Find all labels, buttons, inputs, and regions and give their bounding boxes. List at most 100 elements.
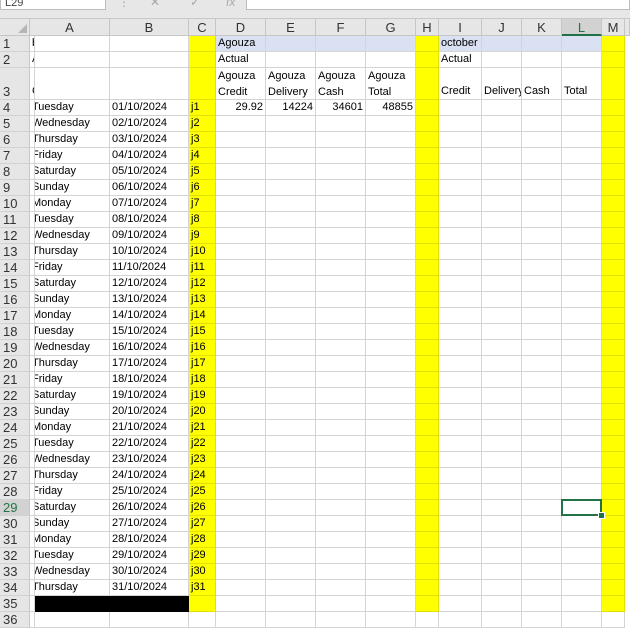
cell-d13[interactable] bbox=[216, 244, 266, 260]
cell-l4[interactable] bbox=[562, 100, 602, 116]
cell-l36[interactable] bbox=[562, 612, 602, 628]
cell-g21[interactable] bbox=[366, 372, 416, 388]
code-cell[interactable]: j15 bbox=[189, 324, 216, 340]
date-cell[interactable]: 22/10/2024 bbox=[110, 436, 189, 452]
cell-i23[interactable] bbox=[439, 404, 482, 420]
cell-m14[interactable] bbox=[602, 260, 625, 276]
header-agouza-delivery[interactable]: Agouza Delivery bbox=[266, 68, 316, 100]
cell-e6[interactable] bbox=[266, 132, 316, 148]
cell-e15[interactable] bbox=[266, 276, 316, 292]
cell-n32[interactable] bbox=[30, 548, 35, 564]
date-cell[interactable]: 17/10/2024 bbox=[110, 356, 189, 372]
cell-k21[interactable] bbox=[522, 372, 562, 388]
day-cell[interactable]: Monday bbox=[30, 420, 110, 436]
cell-g32[interactable] bbox=[366, 548, 416, 564]
code-cell[interactable]: j27 bbox=[189, 516, 216, 532]
cell-d26[interactable] bbox=[216, 452, 266, 468]
cell-m25[interactable] bbox=[602, 436, 625, 452]
code-cell[interactable]: j22 bbox=[189, 436, 216, 452]
cell-l32[interactable] bbox=[562, 548, 602, 564]
row-header-21[interactable]: 21 bbox=[0, 372, 30, 388]
cell-e29[interactable] bbox=[266, 500, 316, 516]
cell-k31[interactable] bbox=[522, 532, 562, 548]
cell-n28[interactable] bbox=[30, 484, 35, 500]
cell-m12[interactable] bbox=[602, 228, 625, 244]
column-header-b[interactable]: B bbox=[110, 19, 189, 36]
header-agouza[interactable]: Agouza bbox=[216, 36, 266, 52]
cell-d21[interactable] bbox=[216, 372, 266, 388]
cell-e11[interactable] bbox=[266, 212, 316, 228]
cell-i35[interactable] bbox=[439, 596, 482, 612]
cell-l28[interactable] bbox=[562, 484, 602, 500]
cell-k26[interactable] bbox=[522, 452, 562, 468]
header-agouza-cash[interactable]: Agouza Cash bbox=[316, 68, 366, 100]
day-cell[interactable]: Sunday bbox=[30, 292, 110, 308]
cell-k7[interactable] bbox=[522, 148, 562, 164]
day-cell[interactable]: Saturday bbox=[30, 500, 110, 516]
cancel-icon[interactable]: ✕ bbox=[150, 0, 160, 10]
date-cell[interactable]: 26/10/2024 bbox=[110, 500, 189, 516]
cell-n21[interactable] bbox=[30, 372, 35, 388]
cell-d27[interactable] bbox=[216, 468, 266, 484]
cell-h1[interactable] bbox=[416, 36, 439, 52]
cell-j2[interactable] bbox=[482, 52, 522, 68]
insert-function-icon[interactable]: fx bbox=[226, 0, 235, 10]
cell-m31[interactable] bbox=[602, 532, 625, 548]
cell-n20[interactable] bbox=[30, 356, 35, 372]
cell-l11[interactable] bbox=[562, 212, 602, 228]
cell-i34[interactable] bbox=[439, 580, 482, 596]
date-cell[interactable]: 02/10/2024 bbox=[110, 116, 189, 132]
cell-n6[interactable] bbox=[30, 132, 35, 148]
agouza-cash-value[interactable]: 34601 bbox=[316, 100, 366, 116]
code-cell[interactable]: j16 bbox=[189, 340, 216, 356]
cell-j33[interactable] bbox=[482, 564, 522, 580]
cell-h25[interactable] bbox=[416, 436, 439, 452]
cell-n36[interactable] bbox=[30, 612, 35, 628]
cell-d34[interactable] bbox=[216, 580, 266, 596]
cell-g33[interactable] bbox=[366, 564, 416, 580]
cell-h11[interactable] bbox=[416, 212, 439, 228]
cell-f26[interactable] bbox=[316, 452, 366, 468]
code-cell[interactable]: j19 bbox=[189, 388, 216, 404]
cell-b3[interactable] bbox=[110, 68, 189, 100]
day-cell[interactable]: Wednesday bbox=[30, 228, 110, 244]
cell-m8[interactable] bbox=[602, 164, 625, 180]
cell-f35[interactable] bbox=[316, 596, 366, 612]
date-cell[interactable]: 20/10/2024 bbox=[110, 404, 189, 420]
fill-handle[interactable] bbox=[598, 512, 605, 519]
cell-d19[interactable] bbox=[216, 340, 266, 356]
cell-c36[interactable] bbox=[189, 612, 216, 628]
cell-f36[interactable] bbox=[316, 612, 366, 628]
cell-j34[interactable] bbox=[482, 580, 522, 596]
cell-m27[interactable] bbox=[602, 468, 625, 484]
cell-e33[interactable] bbox=[266, 564, 316, 580]
cell-i15[interactable] bbox=[439, 276, 482, 292]
cell-g27[interactable] bbox=[366, 468, 416, 484]
cell-l33[interactable] bbox=[562, 564, 602, 580]
code-cell[interactable]: j13 bbox=[189, 292, 216, 308]
cell-m1[interactable] bbox=[602, 36, 625, 52]
cell-m17[interactable] bbox=[602, 308, 625, 324]
cell-j1[interactable] bbox=[482, 36, 522, 52]
cell-i6[interactable] bbox=[439, 132, 482, 148]
column-header-g[interactable]: G bbox=[366, 19, 416, 36]
code-cell[interactable]: j9 bbox=[189, 228, 216, 244]
cell-g14[interactable] bbox=[366, 260, 416, 276]
cell-j14[interactable] bbox=[482, 260, 522, 276]
row-header-19[interactable]: 19 bbox=[0, 340, 30, 356]
cell-d14[interactable] bbox=[216, 260, 266, 276]
cell-g5[interactable] bbox=[366, 116, 416, 132]
cell-f21[interactable] bbox=[316, 372, 366, 388]
cell-l31[interactable] bbox=[562, 532, 602, 548]
cell-e13[interactable] bbox=[266, 244, 316, 260]
cell-j27[interactable] bbox=[482, 468, 522, 484]
cell-h17[interactable] bbox=[416, 308, 439, 324]
row-header-5[interactable]: 5 bbox=[0, 116, 30, 132]
cell-l18[interactable] bbox=[562, 324, 602, 340]
cell-g30[interactable] bbox=[366, 516, 416, 532]
cell-e25[interactable] bbox=[266, 436, 316, 452]
cell-d18[interactable] bbox=[216, 324, 266, 340]
header-agouza-total[interactable]: Agouza Total bbox=[366, 68, 416, 100]
date-cell[interactable]: 05/10/2024 bbox=[110, 164, 189, 180]
cell-n10[interactable] bbox=[30, 196, 35, 212]
